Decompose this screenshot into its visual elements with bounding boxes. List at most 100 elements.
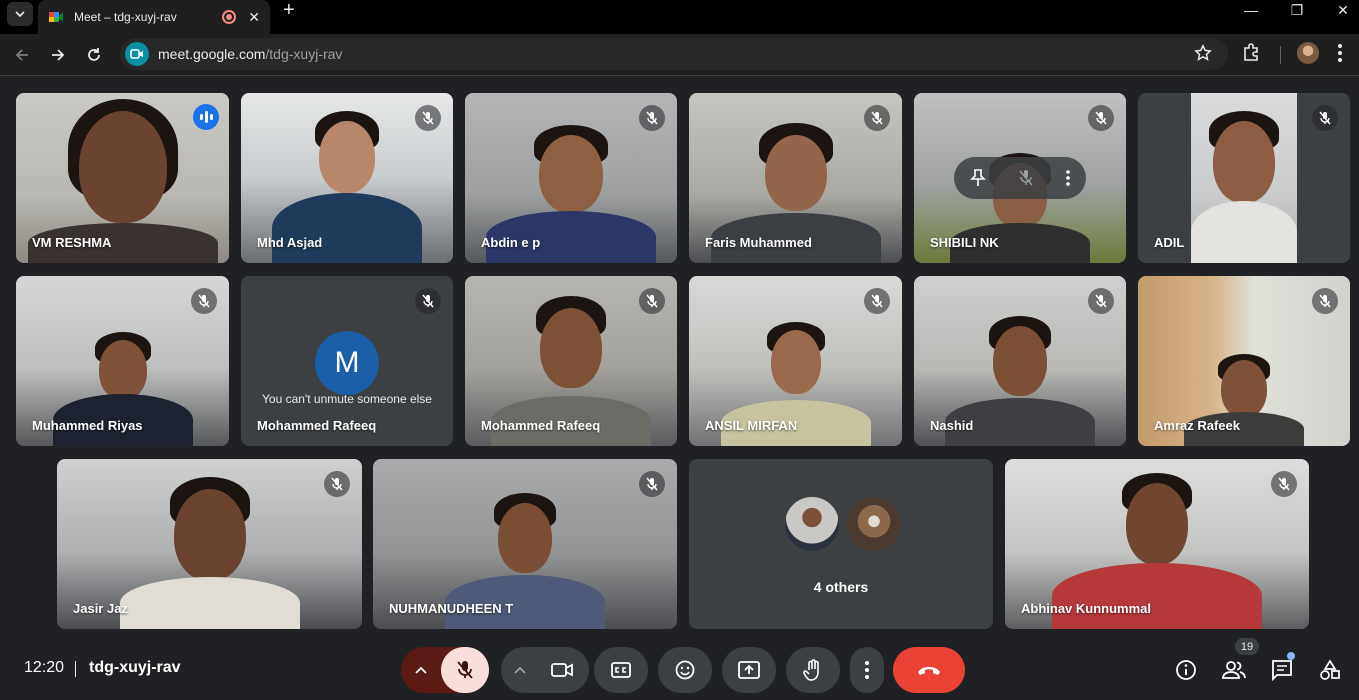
participant-tile[interactable]: Abdin e p xyxy=(465,93,677,263)
pin-icon[interactable] xyxy=(970,169,986,187)
participant-face xyxy=(78,111,167,223)
participant-face xyxy=(1126,483,1188,565)
participant-tile[interactable]: Abhinav Kunnummal xyxy=(1005,459,1309,629)
participant-tile[interactable]: ANSIL MIRFAN xyxy=(689,276,902,446)
camera-toggle-button[interactable] xyxy=(539,662,585,678)
muted-mic-icon xyxy=(415,288,441,314)
others-label: 4 others xyxy=(813,579,869,595)
participant-name: Muhammed Riyas xyxy=(32,418,143,433)
video-options-button[interactable] xyxy=(501,666,539,674)
close-tab-icon[interactable]: ✕ xyxy=(248,9,260,26)
muted-mic-icon xyxy=(324,471,350,497)
participant-tile[interactable]: VM RESHMA xyxy=(16,93,229,263)
arrow-left-icon xyxy=(15,49,28,61)
participant-face xyxy=(1213,121,1275,203)
back-button[interactable] xyxy=(9,42,35,68)
meeting-details-button[interactable] xyxy=(1173,657,1199,683)
muted-mic-icon xyxy=(1088,288,1114,314)
participant-face xyxy=(319,121,375,193)
extensions-puzzle-icon[interactable] xyxy=(1242,42,1262,62)
chat-button[interactable] xyxy=(1269,657,1295,683)
participant-tile[interactable]: Jasir Jaz xyxy=(57,459,362,629)
raise-hand-button[interactable] xyxy=(786,647,840,693)
present-screen-button[interactable] xyxy=(722,647,776,693)
more-vert-icon xyxy=(865,661,869,679)
end-call-icon xyxy=(918,667,940,675)
new-tab-icon[interactable]: + xyxy=(283,0,295,22)
url-path: /tdg-xuyj-rav xyxy=(265,46,343,62)
participant-tile[interactable]: Mohammed Rafeeq xyxy=(465,276,677,446)
participant-face xyxy=(539,135,603,213)
recording-indicator-icon xyxy=(222,10,237,24)
present-screen-icon xyxy=(738,661,760,679)
browser-menu-icon[interactable] xyxy=(1337,43,1343,63)
participant-name: Faris Muhammed xyxy=(705,235,812,250)
microphone-control xyxy=(401,647,489,693)
tab-search-button[interactable] xyxy=(7,2,33,26)
browser-tab-strip: Meet – tdg-xuyj-rav ✕ + — ❐ ✕ xyxy=(0,0,1359,34)
others-avatars xyxy=(783,495,903,553)
activities-shapes-icon xyxy=(1320,659,1340,680)
people-button[interactable] xyxy=(1221,657,1247,683)
participant-name: Nashid xyxy=(930,418,974,433)
chevron-down-icon xyxy=(15,11,25,17)
close-window-icon[interactable]: ✕ xyxy=(1320,0,1359,22)
info-icon xyxy=(1176,660,1196,680)
participant-tile[interactable]: Mhd Asjad xyxy=(241,93,453,263)
participant-tile[interactable]: Amraz Rafeek xyxy=(1138,276,1350,446)
participant-name: ADIL xyxy=(1154,235,1185,250)
toolbar-divider xyxy=(1280,46,1281,64)
address-bar[interactable]: meet.google.com/tdg-xuyj-rav xyxy=(120,38,1228,70)
activities-button[interactable] xyxy=(1317,657,1343,683)
participant-name: Jasir Jaz xyxy=(73,601,128,616)
time-divider xyxy=(75,661,76,677)
bookmark-star-icon[interactable] xyxy=(1194,44,1212,62)
participant-name: Mohammed Rafeeq xyxy=(481,418,601,433)
participant-face xyxy=(540,308,602,388)
restore-window-icon[interactable]: ❐ xyxy=(1274,0,1320,22)
muted-mic-icon xyxy=(1312,105,1338,131)
participant-tile[interactable]: Muhammed Riyas xyxy=(16,276,229,446)
participant-face xyxy=(498,503,552,573)
browser-tab[interactable]: Meet – tdg-xuyj-rav ✕ xyxy=(38,0,270,34)
captions-button[interactable] xyxy=(594,647,648,693)
chevron-up-icon xyxy=(514,666,526,674)
more-options-button[interactable] xyxy=(850,647,884,693)
forward-button[interactable] xyxy=(45,42,71,68)
audio-options-button[interactable] xyxy=(401,666,441,674)
participant-tile[interactable]: ADIL xyxy=(1138,93,1350,263)
arrow-right-icon xyxy=(52,49,65,61)
more-options-icon[interactable] xyxy=(1066,170,1070,186)
leave-call-button[interactable] xyxy=(893,647,965,693)
mic-off-icon xyxy=(457,661,473,679)
participant-avatar: M xyxy=(315,331,379,395)
unmute-button[interactable] xyxy=(441,647,489,693)
participant-face xyxy=(98,340,147,400)
meeting-code: tdg-xuyj-rav xyxy=(89,659,181,676)
minimize-window-icon[interactable]: — xyxy=(1228,0,1274,22)
reload-button[interactable] xyxy=(81,42,107,68)
muted-mic-icon xyxy=(415,105,441,131)
participant-tile[interactable]: Faris Muhammed xyxy=(689,93,902,263)
reload-icon xyxy=(88,48,100,61)
people-icon xyxy=(1222,661,1246,679)
reactions-button[interactable] xyxy=(658,647,712,693)
participant-name: Mohammed Rafeeq xyxy=(257,418,377,433)
mute-participant-icon[interactable] xyxy=(1018,169,1034,187)
participant-face xyxy=(1221,360,1267,418)
participant-face xyxy=(770,330,821,394)
tile-hover-controls xyxy=(954,157,1086,199)
unmute-notice: You can't unmute someone else xyxy=(262,392,432,406)
site-info-icon[interactable] xyxy=(125,42,149,66)
participant-name: Amraz Rafeek xyxy=(1154,418,1240,433)
participant-tile[interactable]: NUHMANUDHEEN T xyxy=(373,459,677,629)
participant-face xyxy=(993,326,1047,396)
participant-tile[interactable]: SHIBILI NK xyxy=(914,93,1126,263)
profile-avatar[interactable] xyxy=(1297,42,1319,64)
participant-tile[interactable]: Nashid xyxy=(914,276,1126,446)
muted-mic-icon xyxy=(639,288,665,314)
participant-tile[interactable]: M You can't unmute someone else Mohammed… xyxy=(241,276,453,446)
others-tile[interactable]: 4 others xyxy=(689,459,993,629)
muted-mic-icon xyxy=(191,288,217,314)
google-meet-favicon-icon xyxy=(49,12,63,22)
